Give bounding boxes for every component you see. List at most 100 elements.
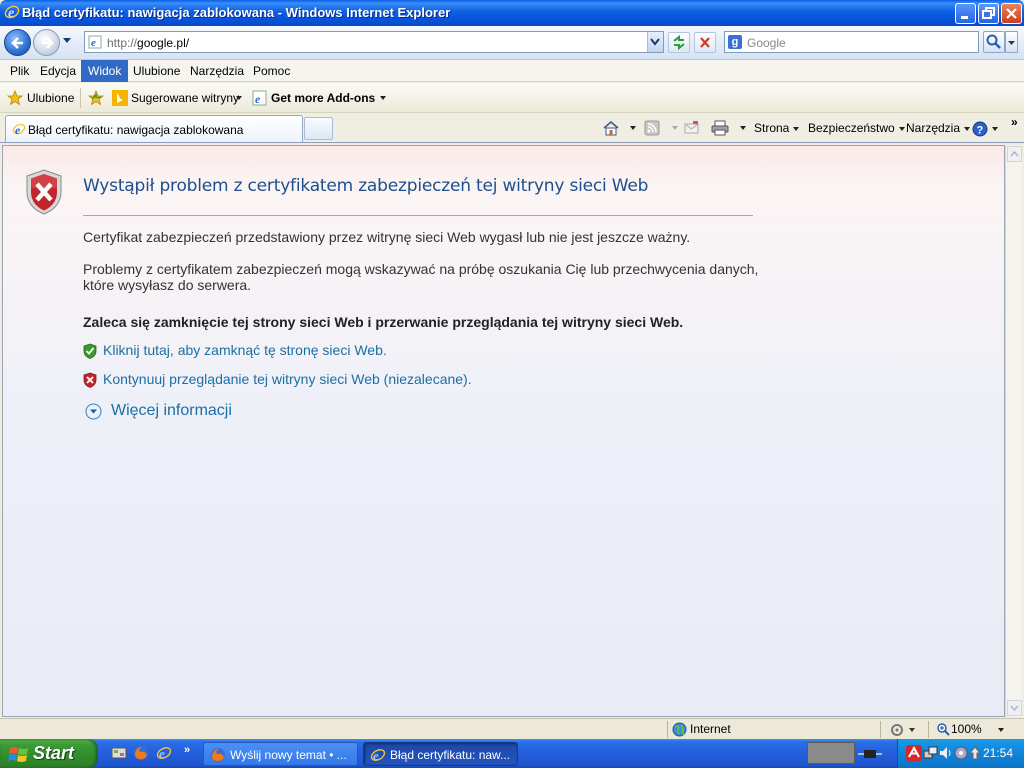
chevron-down-icon [1010, 705, 1019, 712]
quicklaunch-more-chevron[interactable]: » [184, 744, 190, 756]
window-title: Błąd certyfikatu: nawigacja zablokowana … [22, 5, 451, 20]
start-button[interactable]: Start [0, 739, 98, 768]
read-mail-button[interactable] [684, 120, 700, 138]
volume-icon[interactable] [938, 745, 954, 761]
page-menu-button[interactable]: Strona [754, 120, 800, 138]
menu-edit[interactable]: Edycja [33, 60, 83, 82]
network-plug-icon[interactable] [858, 747, 882, 761]
more-info-toggle[interactable]: Więcej informacji [85, 402, 245, 422]
chevron-up-icon [1010, 150, 1019, 157]
addons-dropdown-icon [380, 96, 386, 100]
windows-flag-icon [8, 747, 28, 762]
ie-tab-icon: e [12, 123, 26, 136]
show-desktop-icon[interactable] [111, 745, 127, 761]
help-button[interactable]: ? [972, 120, 998, 138]
ie-quicklaunch-icon[interactable]: e [156, 745, 172, 761]
settings-icon [891, 724, 915, 736]
restore-icon [982, 7, 995, 19]
restore-button[interactable] [978, 3, 999, 24]
shield-error-small-icon [83, 372, 97, 388]
new-tab-button[interactable] [304, 117, 333, 140]
update-icon[interactable] [968, 745, 982, 761]
continue-unsafe-link[interactable]: Kontynuuj przeglądanie tej witryny sieci… [83, 371, 483, 389]
forward-arrow-icon [42, 37, 54, 49]
url-text: http://google.pl/ [107, 36, 190, 50]
antivirus-icon[interactable] [906, 745, 922, 761]
expand-circle-icon [85, 403, 102, 420]
address-bar[interactable]: e http://google.pl/ [84, 31, 664, 53]
ie-logo-icon: e [4, 5, 20, 20]
clock[interactable]: 21:54 [983, 746, 1013, 760]
recommendation: Zaleca się zamknięcie tej strony sieci W… [83, 314, 684, 330]
recent-pages-dropdown-icon[interactable] [62, 37, 72, 45]
scroll-down-button[interactable] [1007, 700, 1022, 716]
forward-button[interactable] [33, 29, 60, 56]
home-icon [603, 120, 619, 136]
feeds-button[interactable] [644, 120, 678, 138]
close-button[interactable] [1001, 3, 1022, 24]
vertical-scrollbar[interactable] [1005, 145, 1022, 717]
svg-text:e: e [255, 92, 261, 106]
chevron-down-icon [650, 38, 660, 46]
stop-x-icon [700, 37, 710, 48]
minimize-icon [961, 16, 968, 19]
svg-text:e: e [373, 748, 379, 763]
address-dropdown-button[interactable] [647, 32, 663, 52]
print-button[interactable] [711, 120, 746, 138]
home-button[interactable] [602, 120, 636, 138]
chevron-down-icon [1008, 41, 1015, 45]
close-icon [1006, 8, 1017, 19]
google-search-icon: g [728, 35, 742, 49]
protected-mode-button[interactable] [890, 722, 918, 740]
menu-tools[interactable]: Narzędzia [183, 60, 251, 82]
network-icon[interactable] [923, 745, 939, 761]
tab-and-command-bar: e Błąd certyfikatu: nawigacja zablokowan… [0, 113, 1024, 143]
search-box[interactable]: g Google [724, 31, 979, 53]
tab-active[interactable]: e Błąd certyfikatu: nawigacja zablokowan… [5, 115, 303, 142]
firefox-icon[interactable] [133, 745, 149, 761]
stop-button[interactable] [694, 32, 716, 53]
star-icon [7, 90, 23, 106]
navigation-bar: e http://google.pl/ g Google [0, 26, 1024, 60]
scroll-up-button[interactable] [1007, 146, 1022, 162]
refresh-button[interactable] [668, 32, 690, 53]
taskbar-item-ie[interactable]: e Błąd certyfikatu: naw... [363, 742, 518, 766]
page-icon: e [88, 35, 102, 49]
minimize-button[interactable] [955, 3, 976, 24]
toolbar-separator [80, 88, 81, 108]
status-bar: Internet 100% [0, 718, 1024, 739]
tools-menu-button[interactable]: Narzędzia [906, 120, 971, 138]
menu-view[interactable]: Widok [81, 60, 129, 82]
search-button[interactable] [983, 31, 1005, 53]
menu-favorites[interactable]: Ulubione [126, 60, 187, 82]
search-options-dropdown[interactable] [1005, 31, 1018, 53]
ie-logo-icon: e [370, 748, 386, 763]
shield-error-icon [26, 169, 62, 215]
mail-icon [684, 121, 699, 134]
menu-file[interactable]: Plik [3, 60, 36, 82]
rss-feed-icon [644, 120, 660, 136]
page-content: Wystąpił problem z certyfikatem zabezpie… [2, 145, 1005, 717]
system-tray: 21:54 [897, 739, 1024, 768]
divider [83, 215, 753, 216]
printer-icon [711, 120, 729, 136]
error-title: Wystąpił problem z certyfikatem zabezpie… [83, 176, 649, 196]
taskbar-item-firefox[interactable]: Wyślij nowy temat • ... [203, 742, 358, 766]
tray-app-icon[interactable] [953, 745, 969, 761]
error-warning: Problemy z certyfikatem zabezpieczeń mog… [83, 261, 759, 293]
language-bar[interactable] [807, 742, 855, 764]
menu-bar: Plik Edycja Widok Ulubione Narzędzia Pom… [0, 60, 1024, 82]
close-page-link[interactable]: Kliknij tutaj, aby zamknąć tę stronę sie… [83, 342, 403, 360]
add-favorite-star-icon [88, 90, 105, 106]
title-bar: e Błąd certyfikatu: nawigacja zablokowan… [0, 0, 1024, 26]
taskbar: Start e » Wyślij nowy temat • ... e Błąd… [0, 739, 1024, 768]
back-button[interactable] [4, 29, 31, 56]
firefox-icon [211, 748, 225, 762]
zoom-dropdown-icon [998, 728, 1004, 732]
svg-text:e: e [159, 746, 165, 761]
menu-help[interactable]: Pomoc [246, 60, 297, 82]
safety-menu-button[interactable]: Bezpieczeństwo [808, 120, 905, 138]
tab-title: Błąd certyfikatu: nawigacja zablokowana [28, 123, 244, 137]
more-commands-chevron[interactable]: » [1011, 115, 1018, 129]
svg-text:e: e [15, 123, 21, 136]
